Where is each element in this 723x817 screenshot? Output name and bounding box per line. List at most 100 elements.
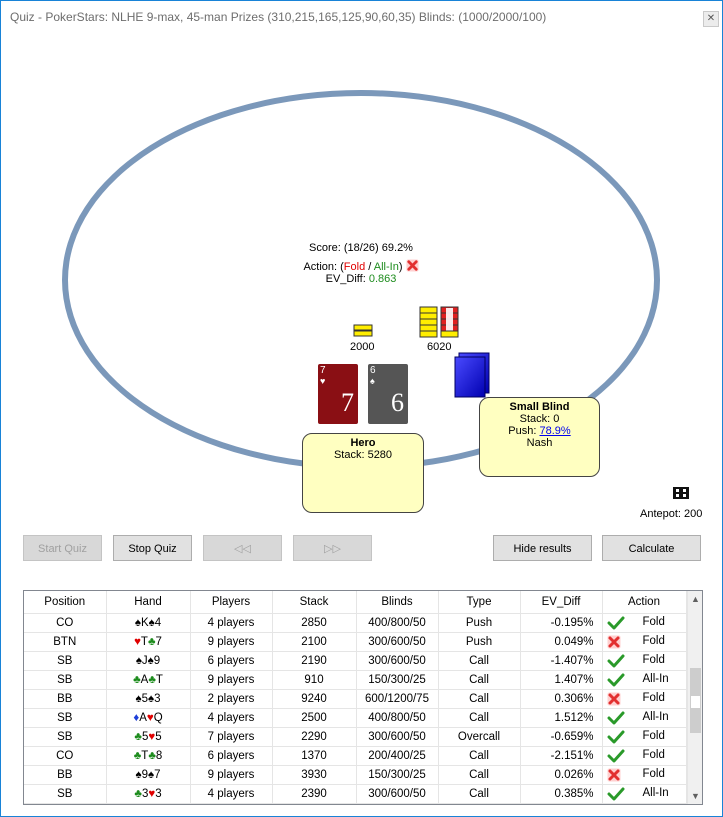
hero-card-2: 6 ♠ 6 — [368, 364, 408, 424]
checkmark-icon — [607, 654, 625, 668]
action-label: Fold — [642, 768, 665, 780]
cell-ev-diff: -0.659% — [520, 727, 603, 747]
cell-blinds: 150/300/25 — [356, 765, 439, 785]
close-button[interactable]: ✕ — [703, 11, 719, 27]
hand-card-rank: K — [140, 617, 149, 629]
hand-card-rank: Q — [153, 712, 163, 724]
cross-icon — [607, 635, 625, 649]
column-header[interactable]: Type — [438, 591, 521, 614]
cell-action: Fold — [602, 746, 687, 766]
hand-card-rank: 7 — [154, 769, 161, 781]
results-header-row: Position Hand Players Stack Blinds Type … — [24, 591, 687, 614]
cell-hand: ♣3♥3 — [106, 784, 191, 804]
title-bar: Quiz - PokerStars: NLHE 9-max, 45-man Pr… — [1, 1, 722, 31]
cell-action: All-In — [602, 670, 687, 690]
action-label: Fold — [642, 635, 665, 647]
push-prefix: Push: — [508, 425, 540, 437]
push-range-link[interactable]: 78.9% — [539, 425, 570, 437]
cell-blinds: 300/600/50 — [356, 784, 439, 804]
table-row[interactable]: BB ♠5♠3 2 players 9240 600/1200/75 Call 0.306%… — [24, 689, 687, 709]
hand-card-suit: ♣ — [133, 674, 141, 686]
cell-action: Fold — [602, 651, 687, 671]
cell-ev-diff: 0.049% — [520, 632, 603, 652]
cell-stack: 2190 — [272, 651, 357, 671]
quiz-score: Score: (18/26) 69.2% — [309, 242, 413, 254]
cell-position: CO — [24, 613, 107, 633]
quiz-action-line: Action: (Fold / All-In) — [241, 259, 481, 273]
column-header[interactable]: Players — [190, 591, 273, 614]
seat-hero-stack: Stack: 5280 — [333, 449, 393, 461]
cell-position: SB — [24, 708, 107, 728]
action-label: Fold — [642, 749, 665, 761]
seat-small-blind[interactable]: Small Blind Stack: 0 Push: 78.9% Nash — [479, 397, 600, 477]
hand-card-rank: 3 — [155, 788, 162, 800]
cell-players: 6 players — [190, 746, 273, 766]
card-suit-small: ♠ — [370, 376, 375, 386]
calculate-button[interactable]: Calculate — [602, 535, 701, 561]
column-header[interactable]: Stack — [272, 591, 357, 614]
seat-hero-name: Hero — [350, 437, 376, 449]
action-suffix: ) — [398, 261, 403, 273]
ev-diff-label: EV_Diff: — [325, 273, 369, 285]
wrong-answer-icon — [406, 259, 419, 272]
cell-players: 4 players — [190, 613, 273, 633]
table-row[interactable]: BB ♠9♠7 9 players 3930 150/300/25 Call 0.026% F… — [24, 765, 687, 785]
cell-position: SB — [24, 651, 107, 671]
hand-card-suit: ♥ — [146, 712, 154, 724]
next-button[interactable]: ▷▷ — [293, 535, 372, 561]
checkmark-icon — [607, 616, 625, 630]
cell-blinds: 300/600/50 — [356, 632, 439, 652]
hide-results-button[interactable]: Hide results — [493, 535, 592, 561]
cell-action: Fold — [602, 689, 687, 709]
chip-amount-left: 2000 — [350, 341, 375, 353]
scroll-down-icon[interactable]: ▼ — [688, 788, 702, 804]
antepot-label: Antepot: 200 — [640, 508, 703, 520]
seat-hero[interactable]: Hero Stack: 5280 — [302, 433, 424, 513]
cell-ev-diff: 1.407% — [520, 670, 603, 690]
column-header[interactable]: Blinds — [356, 591, 439, 614]
cell-stack: 2100 — [272, 632, 357, 652]
scroll-up-icon[interactable]: ▲ — [688, 591, 702, 607]
card-suit-small: ♥ — [320, 376, 326, 386]
table-row[interactable]: SB ♣3♥3 4 players 2390 300/600/50 Call 0.385% A… — [24, 784, 687, 804]
hand-card-suit: ♣ — [148, 674, 156, 686]
table-row[interactable]: BTN ♥T♣7 9 players 2100 300/600/50 Push 0.049%… — [24, 632, 687, 652]
action-allin-label: All-In — [373, 261, 399, 273]
results-scrollbar[interactable]: ▲ ▼ — [687, 591, 702, 804]
cell-position: BB — [24, 765, 107, 785]
cell-blinds: 300/600/50 — [356, 651, 439, 671]
cell-action: Fold — [602, 613, 687, 633]
chip-stack-large-icon — [419, 306, 459, 338]
cell-stack: 2390 — [272, 784, 357, 804]
cell-type: Push — [438, 632, 521, 652]
hand-card-rank: 4 — [154, 617, 162, 629]
column-header[interactable]: Action — [602, 591, 687, 614]
start-quiz-button[interactable]: Start Quiz — [23, 535, 102, 561]
cell-ev-diff: 0.385% — [520, 784, 603, 804]
cell-hand: ♠J♠9 — [106, 651, 191, 671]
column-header[interactable]: Position — [24, 591, 107, 614]
table-row[interactable]: SB ♣A♣T 9 players 910 150/300/25 Call 1.407% Al… — [24, 670, 687, 690]
table-row[interactable]: SB ♣5♥5 7 players 2290 300/600/50 Overcall -0.… — [24, 727, 687, 747]
table-row[interactable]: CO ♣T♣8 6 players 1370 200/400/25 Call -2.151%… — [24, 746, 687, 766]
cell-position: SB — [24, 670, 107, 690]
cell-type: Call — [438, 670, 521, 690]
cell-players: 4 players — [190, 708, 273, 728]
action-prefix: Action: ( — [303, 261, 344, 273]
antepot-icon — [673, 487, 689, 499]
results-table[interactable]: Position Hand Players Stack Blinds Type … — [23, 590, 703, 805]
cell-type: Call — [438, 708, 521, 728]
hand-card-rank: A — [139, 712, 147, 724]
scrollbar-thumb[interactable] — [690, 695, 701, 709]
cell-blinds: 600/1200/75 — [356, 689, 439, 709]
quiz-ev-diff: EV_Diff: 0.863 — [241, 273, 481, 285]
table-row[interactable]: CO ♠K♠4 4 players 2850 400/800/50 Push -0.195%… — [24, 613, 687, 633]
previous-button[interactable]: ◁◁ — [203, 535, 282, 561]
table-row[interactable]: SB ♦A♥Q 4 players 2500 400/800/50 Call 1.512% A… — [24, 708, 687, 728]
table-row[interactable]: SB ♠J♠9 6 players 2190 300/600/50 Call -1.407%… — [24, 651, 687, 671]
cell-action: Fold — [602, 727, 687, 747]
action-label: Fold — [642, 730, 665, 742]
column-header[interactable]: EV_Diff — [520, 591, 603, 614]
stop-quiz-button[interactable]: Stop Quiz — [113, 535, 192, 561]
column-header[interactable]: Hand — [106, 591, 191, 614]
